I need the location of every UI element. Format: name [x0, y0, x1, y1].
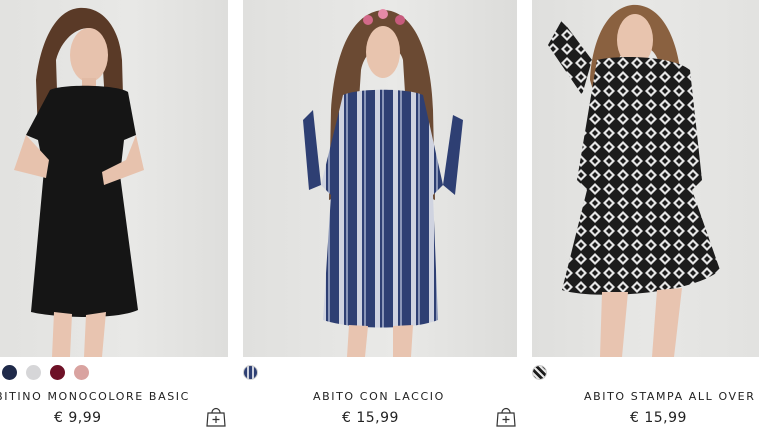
color-swatches: [532, 365, 547, 380]
product-price: € 15,99: [630, 410, 687, 426]
product-price: € 15,99: [342, 410, 399, 426]
shopping-bag-plus-icon: [206, 407, 226, 427]
product-card[interactable]: ABITINO MONOCOLORE BASIC € 9,99: [0, 0, 228, 428]
model-geometric-print-dress-figure: [548, 4, 720, 357]
product-card[interactable]: ABITO STAMPA ALL OVER € 15,99: [532, 0, 759, 428]
color-swatches: [243, 365, 258, 380]
product-image[interactable]: [243, 0, 517, 357]
shopping-bag-plus-icon: [496, 407, 516, 427]
color-swatches: [2, 365, 89, 380]
model-black-dress-figure: [14, 7, 144, 357]
product-name[interactable]: ABITO STAMPA ALL OVER: [584, 390, 755, 403]
product-image[interactable]: [532, 0, 759, 357]
product-card[interactable]: ABITO CON LACCIO € 15,99: [243, 0, 517, 428]
product-image[interactable]: [0, 0, 228, 357]
add-to-cart-icon[interactable]: [495, 405, 517, 427]
pattern-swatch-blue[interactable]: [243, 365, 258, 380]
add-to-cart-icon[interactable]: [205, 405, 227, 427]
pattern-swatch-black-white[interactable]: [532, 365, 547, 380]
product-name[interactable]: ABITO CON LACCIO: [313, 390, 445, 403]
color-swatch-light-grey[interactable]: [26, 365, 41, 380]
color-swatch-burgundy[interactable]: [50, 365, 65, 380]
model-patterned-shirt-dress-figure: [303, 9, 463, 357]
color-swatch-navy[interactable]: [2, 365, 17, 380]
product-price: € 9,99: [54, 410, 102, 426]
product-name[interactable]: ABITINO MONOCOLORE BASIC: [0, 390, 190, 403]
color-swatch-pink[interactable]: [74, 365, 89, 380]
